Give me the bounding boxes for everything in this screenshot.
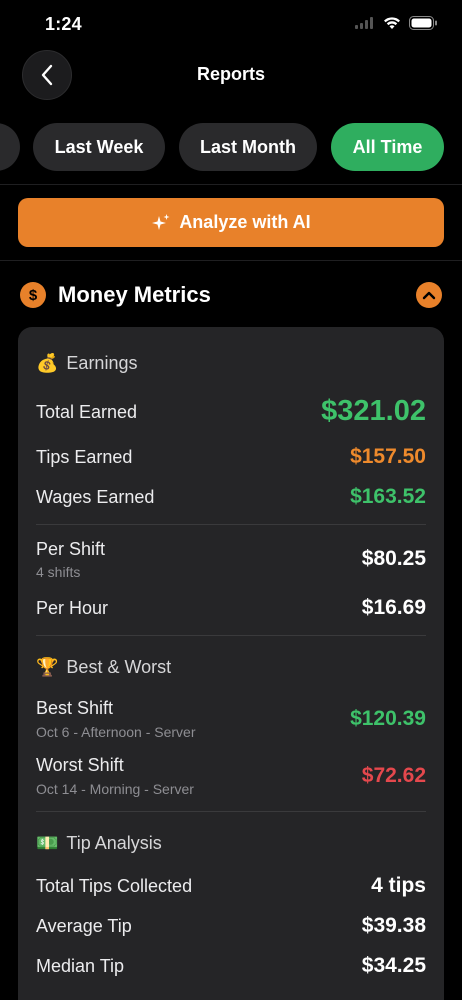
best-shift-value: $120.39 — [350, 707, 426, 730]
signal-icon — [355, 17, 373, 29]
analyze-ai-button[interactable]: Analyze with AI — [18, 198, 444, 247]
tip-analysis-header: Tip Analysis — [66, 833, 162, 853]
divider — [0, 184, 462, 185]
date-filter-row: Last Week Last Month All Time — [0, 123, 462, 171]
money-metrics-header[interactable]: $ Money Metrics — [18, 280, 444, 310]
median-tip-label: Median Tip — [36, 956, 125, 976]
worst-shift-sublabel: Oct 14 - Morning - Server — [36, 781, 194, 797]
tips-earned-row: Tips Earned $157.50 — [36, 445, 426, 471]
total-tips-label: Total Tips Collected — [36, 876, 193, 896]
per-hour-row: Per Hour $16.69 — [36, 596, 426, 622]
status-icons — [355, 16, 438, 30]
wages-earned-row: Wages Earned $163.52 — [36, 485, 426, 511]
per-shift-row: Per Shift 4 shifts $80.25 — [36, 537, 426, 583]
chevron-up-icon — [422, 291, 436, 300]
collapse-button[interactable] — [416, 282, 442, 308]
section-title: Money Metrics — [58, 282, 211, 307]
section-divider — [36, 635, 426, 636]
analyze-ai-label: Analyze with AI — [179, 212, 311, 232]
median-tip-row: Median Tip $34.25 — [36, 954, 426, 980]
per-shift-sublabel: 4 shifts — [36, 564, 81, 580]
status-time: 1:24 — [45, 14, 82, 34]
median-tip-value: $34.25 — [361, 954, 426, 977]
per-shift-value: $80.25 — [361, 547, 426, 570]
average-tip-value: $39.38 — [361, 914, 426, 937]
filter-chip-last-week[interactable]: Last Week — [33, 123, 165, 171]
total-earned-value: $321.02 — [321, 395, 426, 427]
per-hour-label: Per Hour — [36, 598, 109, 618]
sparkles-icon — [152, 213, 170, 230]
nav-bar: Reports — [0, 50, 462, 100]
worst-shift-label: Worst Shift — [36, 755, 124, 775]
best-worst-header: Best & Worst — [66, 657, 172, 677]
divider — [0, 260, 462, 261]
best-worst-subheader: 🏆 Best & Worst — [36, 657, 426, 678]
section-divider — [36, 811, 426, 812]
worst-shift-value: $72.62 — [361, 764, 426, 787]
total-earned-row: Total Earned $321.02 — [36, 395, 426, 429]
filter-chip-all-time[interactable]: All Time — [331, 123, 444, 171]
money-bag-icon: 💰 — [36, 353, 59, 373]
best-shift-row: Best Shift Oct 6 - Afternoon - Server $1… — [36, 696, 426, 742]
trophy-icon: 🏆 — [36, 657, 59, 677]
average-tip-label: Average Tip — [36, 916, 132, 936]
page-title: Reports — [196, 64, 265, 84]
status-bar: 1:24 — [0, 0, 462, 50]
wages-earned-label: Wages Earned — [36, 487, 155, 507]
filter-chip-last-month[interactable]: Last Month — [179, 123, 317, 171]
battery-icon — [409, 16, 437, 30]
wifi-icon — [384, 17, 400, 29]
total-tips-row: Total Tips Collected 4 tips — [36, 874, 426, 900]
dollar-icon: $ — [20, 282, 46, 308]
cash-icon: 💵 — [36, 833, 59, 853]
earnings-header: Earnings — [66, 353, 138, 373]
money-metrics-card: 💰 Earnings Total Earned $321.02 Tips Ear… — [18, 327, 444, 1000]
tips-earned-value: $157.50 — [350, 445, 426, 468]
wages-earned-value: $163.52 — [350, 485, 426, 508]
worst-shift-row: Worst Shift Oct 14 - Morning - Server $7… — [36, 753, 426, 799]
tips-earned-label: Tips Earned — [36, 447, 133, 467]
filter-chip-hidden[interactable] — [0, 123, 20, 171]
tip-analysis-subheader: 💵 Tip Analysis — [36, 833, 426, 854]
earnings-subheader: 💰 Earnings — [36, 353, 426, 374]
per-shift-label: Per Shift — [36, 539, 106, 559]
average-tip-row: Average Tip $39.38 — [36, 914, 426, 940]
total-earned-label: Total Earned — [36, 402, 138, 422]
best-shift-sublabel: Oct 6 - Afternoon - Server — [36, 724, 196, 740]
best-shift-label: Best Shift — [36, 698, 114, 718]
total-tips-value: 4 tips — [371, 874, 426, 897]
section-divider — [36, 524, 426, 525]
per-hour-value: $16.69 — [361, 596, 426, 619]
